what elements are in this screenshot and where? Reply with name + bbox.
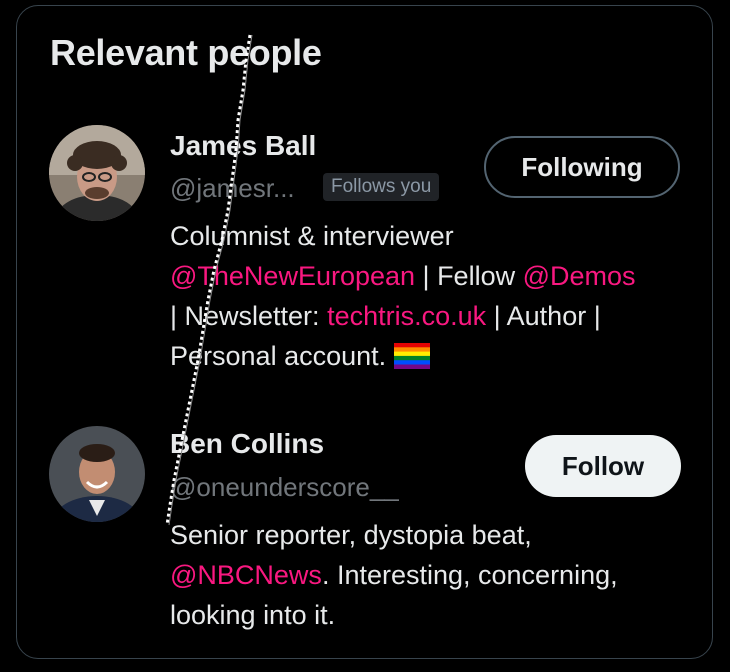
bio-text: Personal account.: [170, 341, 394, 371]
bio-line: @TheNewEuropean | Fellow @Demos: [170, 256, 690, 296]
person-handle[interactable]: @jamesr...: [170, 173, 295, 204]
follows-you-badge: Follows you: [323, 173, 440, 201]
person-name[interactable]: Ben Collins: [170, 428, 324, 460]
avatar[interactable]: [49, 426, 145, 522]
mention-link[interactable]: @Demos: [523, 261, 636, 291]
person-bio: Senior reporter, dystopia beat, @NBCNews…: [170, 515, 690, 635]
bio-text: | Author |: [486, 301, 601, 331]
bio-text: | Newsletter:: [170, 301, 328, 331]
avatar[interactable]: [49, 125, 145, 221]
person-handle[interactable]: @oneunderscore__: [170, 472, 399, 503]
bio-text: | Fellow: [415, 261, 523, 291]
panel-title: Relevant people: [50, 32, 322, 73]
bio-line: @NBCNews. Interesting, concerning,: [170, 555, 690, 595]
bio-line: looking into it.: [170, 600, 336, 630]
bio-text: . Interesting, concerning,: [321, 560, 618, 590]
rainbow-flag-icon: [393, 340, 430, 380]
bio-line: Personal account.: [170, 336, 690, 380]
follow-button[interactable]: Follow: [525, 435, 681, 497]
following-button[interactable]: Following: [484, 136, 680, 198]
bio-line: Columnist & interviewer: [170, 221, 454, 251]
mention-link[interactable]: @NBCNews: [170, 560, 322, 590]
bio-line: Senior reporter, dystopia beat,: [170, 520, 532, 550]
person-bio: Columnist & interviewer @TheNewEuropean …: [170, 216, 690, 380]
mention-link[interactable]: @TheNewEuropean: [170, 261, 415, 291]
bio-line: | Newsletter: techtris.co.uk | Author |: [170, 296, 690, 336]
person-name[interactable]: James Ball: [170, 130, 316, 162]
url-link[interactable]: techtris.co.uk: [327, 301, 486, 331]
